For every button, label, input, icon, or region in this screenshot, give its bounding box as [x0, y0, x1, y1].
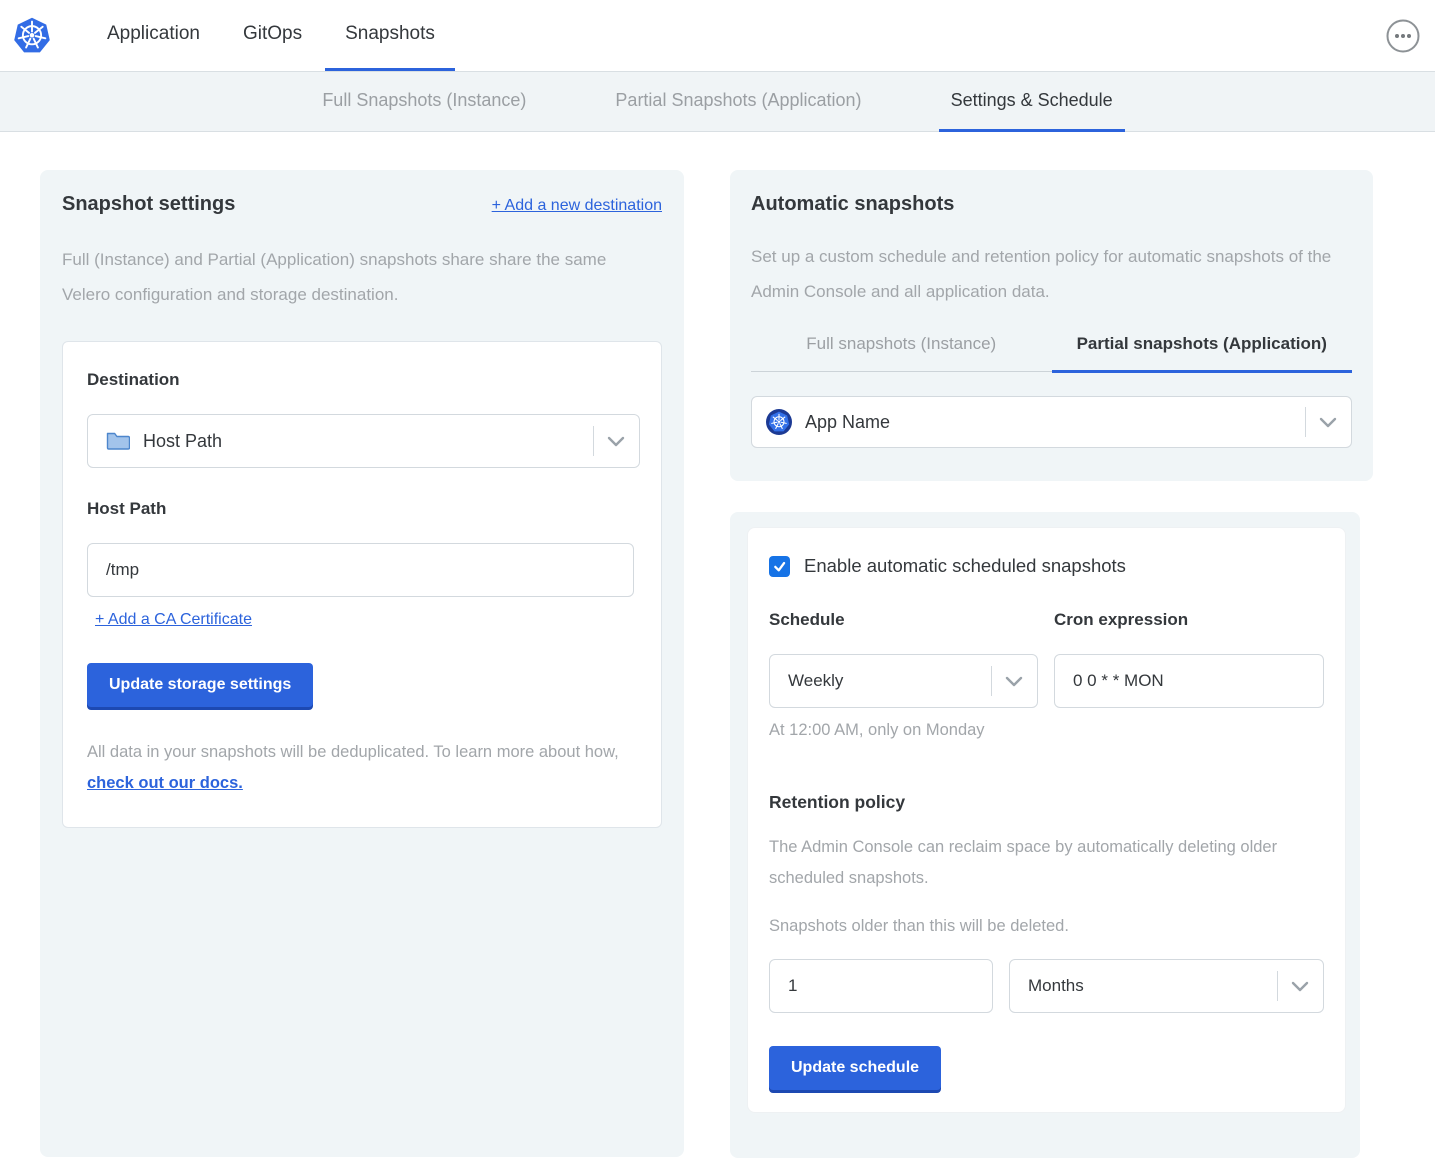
chevron-down-icon: [1005, 676, 1023, 687]
retention-unit-value: Months: [1028, 976, 1084, 996]
snapshots-subnav: Full Snapshots (Instance) Partial Snapsh…: [0, 71, 1435, 132]
retention-hint: Snapshots older than this will be delete…: [769, 917, 1324, 936]
snapshot-settings-card: Snapshot settings + Add a new destinatio…: [40, 170, 684, 1157]
nav-gitops[interactable]: GitOps: [223, 0, 322, 71]
storage-settings-panel: Destination Host Path Host Path + Add a …: [62, 341, 662, 828]
app-select[interactable]: App Name: [751, 396, 1352, 448]
app-select-value: App Name: [805, 412, 890, 433]
add-new-destination-link[interactable]: + Add a new destination: [492, 197, 662, 215]
snapshot-scope-tabs: Full snapshots (Instance) Partial snapsh…: [751, 334, 1352, 372]
automatic-snapshots-card: Automatic snapshots Set up a custom sche…: [730, 170, 1373, 481]
dedup-text: All data in your snapshots will be dedup…: [87, 743, 619, 761]
destination-value: Host Path: [143, 431, 222, 452]
snapshot-settings-title: Snapshot settings: [62, 193, 235, 216]
tab-full-snapshots-instance[interactable]: Full snapshots (Instance): [751, 334, 1052, 373]
retention-unit-select[interactable]: Months: [1009, 959, 1324, 1013]
nav-snapshots[interactable]: Snapshots: [325, 0, 455, 71]
tab-partial-snapshots-application[interactable]: Partial snapshots (Application): [1052, 334, 1353, 373]
select-divider: [991, 666, 992, 696]
chevron-down-icon: [1291, 981, 1309, 992]
host-path-input[interactable]: [87, 543, 634, 597]
destination-select[interactable]: Host Path: [87, 414, 640, 468]
retention-policy-description: The Admin Console can reclaim space by a…: [769, 832, 1299, 894]
select-divider: [1277, 971, 1278, 1001]
tab-full-snapshots[interactable]: Full Snapshots (Instance): [310, 72, 538, 132]
overflow-menu-icon[interactable]: [1386, 19, 1420, 53]
chevron-down-icon: [1319, 417, 1337, 428]
automatic-snapshots-description: Set up a custom schedule and retention p…: [751, 239, 1341, 309]
destination-label: Destination: [87, 370, 637, 390]
dedup-note: All data in your snapshots will be dedup…: [87, 737, 637, 799]
cron-help-text: At 12:00 AM, only on Monday: [769, 721, 1324, 740]
enable-snapshots-row[interactable]: Enable automatic scheduled snapshots: [769, 555, 1324, 577]
primary-nav: Application GitOps Snapshots: [87, 0, 455, 71]
snapshot-settings-description: Full (Instance) and Partial (Application…: [62, 242, 647, 312]
kubernetes-app-icon: [766, 409, 792, 435]
select-divider: [593, 426, 594, 456]
add-ca-certificate-link[interactable]: + Add a CA Certificate: [95, 611, 252, 629]
top-nav: Application GitOps Snapshots: [0, 0, 1435, 71]
schedule-card-wrapper: Enable automatic scheduled snapshots Sch…: [730, 512, 1360, 1158]
update-storage-settings-button[interactable]: Update storage settings: [87, 663, 313, 707]
host-path-label: Host Path: [87, 499, 637, 519]
tab-settings-schedule[interactable]: Settings & Schedule: [939, 72, 1125, 132]
docs-link[interactable]: check out our docs.: [87, 774, 243, 792]
nav-application[interactable]: Application: [87, 0, 220, 71]
schedule-interval-value: Weekly: [788, 671, 843, 691]
enable-snapshots-label: Enable automatic scheduled snapshots: [804, 555, 1126, 577]
automatic-snapshots-title: Automatic snapshots: [751, 193, 1352, 216]
cron-expression-input[interactable]: [1054, 654, 1324, 708]
schedule-card: Enable automatic scheduled snapshots Sch…: [747, 527, 1346, 1113]
retention-value-input[interactable]: [769, 959, 993, 1013]
enable-snapshots-checkbox[interactable]: [769, 556, 790, 577]
schedule-interval-select[interactable]: Weekly: [769, 654, 1038, 708]
update-schedule-button[interactable]: Update schedule: [769, 1046, 941, 1090]
select-divider: [1305, 407, 1306, 437]
kubernetes-logo: [0, 0, 51, 71]
folder-icon: [106, 431, 130, 451]
retention-policy-title: Retention policy: [769, 792, 1324, 813]
tab-partial-snapshots[interactable]: Partial Snapshots (Application): [603, 72, 873, 132]
chevron-down-icon: [607, 436, 625, 447]
schedule-label: Schedule: [769, 610, 1038, 630]
cron-expression-label: Cron expression: [1054, 610, 1324, 630]
